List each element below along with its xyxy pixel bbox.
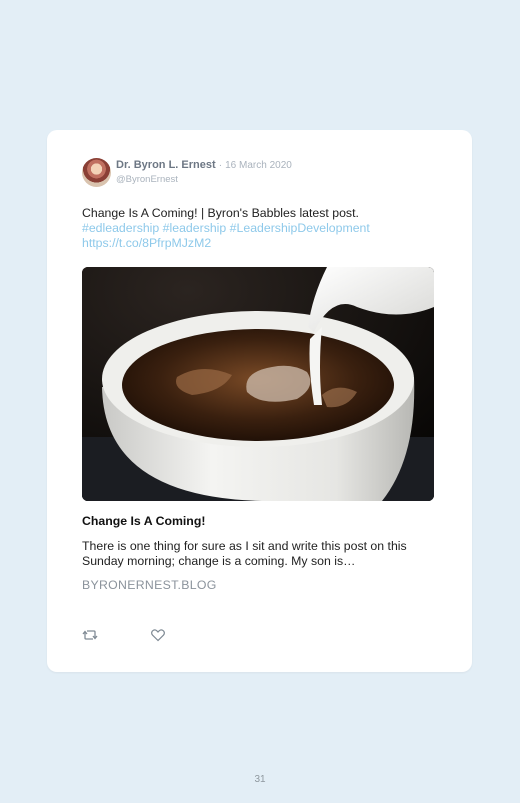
coffee-photo xyxy=(82,267,434,501)
preview-title[interactable]: Change Is A Coming! xyxy=(82,514,205,528)
heart-icon[interactable] xyxy=(150,627,166,643)
author-name[interactable]: Dr. Byron L. Ernest xyxy=(116,159,216,171)
tweet-text-line: Change Is A Coming! | Byron's Babbles la… xyxy=(82,206,359,220)
author-handle[interactable]: @ByronErnest xyxy=(116,174,178,185)
retweet-icon[interactable] xyxy=(82,627,98,643)
tweet-link[interactable]: https://t.co/8PfrpMJzM2 xyxy=(82,236,422,251)
tweet-image[interactable] xyxy=(82,267,434,501)
author-line: Dr. Byron L. Ernest · 16 March 2020 xyxy=(116,159,292,171)
separator: · xyxy=(218,160,223,171)
preview-domain[interactable]: BYRONERNEST.BLOG xyxy=(82,578,217,592)
avatar[interactable] xyxy=(82,158,111,187)
preview-description: There is one thing for sure as I sit and… xyxy=(82,539,407,568)
tweet-hashtags[interactable]: #edleadership #leadership #LeadershipDev… xyxy=(82,221,422,236)
page-number: 31 xyxy=(254,774,266,785)
tweet-date[interactable]: 16 March 2020 xyxy=(225,160,292,171)
tweet-card: Dr. Byron L. Ernest · 16 March 2020 @Byr… xyxy=(47,130,472,672)
tweet-text: Change Is A Coming! | Byron's Babbles la… xyxy=(82,206,422,251)
